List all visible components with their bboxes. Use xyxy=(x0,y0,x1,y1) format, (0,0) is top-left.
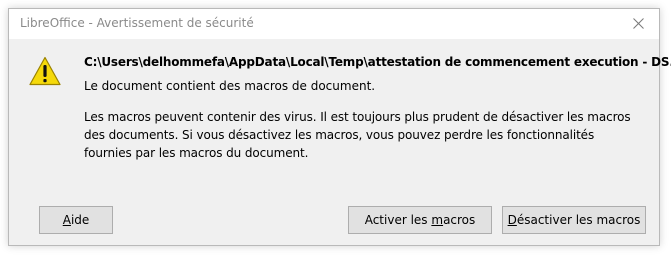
help-label-rest: ide xyxy=(70,213,90,227)
macro-warning-text: Les macros peuvent contenir des virus. I… xyxy=(84,110,631,160)
enable-label-before: Activer les xyxy=(364,213,432,227)
disable-macros-button[interactable]: Désactiver les macros xyxy=(502,206,646,234)
title-bar[interactable]: LibreOffice - Avertissement de sécurité xyxy=(9,9,659,39)
screen: LibreOffice - Avertissement de sécurité … xyxy=(0,0,671,257)
enable-label-after: acros xyxy=(443,213,476,227)
disable-mnemonic: D xyxy=(507,213,517,227)
document-contains-macros-text: Le document contient des macros de docum… xyxy=(84,79,376,93)
security-warning-dialog: LibreOffice - Avertissement de sécurité … xyxy=(8,8,671,246)
enable-macros-button[interactable]: Activer les macros xyxy=(348,206,492,234)
close-icon xyxy=(633,18,644,29)
warning-icon xyxy=(29,56,61,86)
enable-mnemonic: m xyxy=(431,213,444,227)
close-button[interactable] xyxy=(619,9,659,39)
window-title: LibreOffice - Avertissement de sécurité xyxy=(20,16,254,30)
help-mnemonic: A xyxy=(62,213,71,227)
message-area: C:\Users\delhommefa\AppData\Local\Temp\a… xyxy=(84,53,671,162)
document-path: C:\Users\delhommefa\AppData\Local\Temp\a… xyxy=(84,55,671,69)
help-button[interactable]: Aide xyxy=(39,206,113,234)
disable-label-rest: ésactiver les macros xyxy=(516,213,641,227)
